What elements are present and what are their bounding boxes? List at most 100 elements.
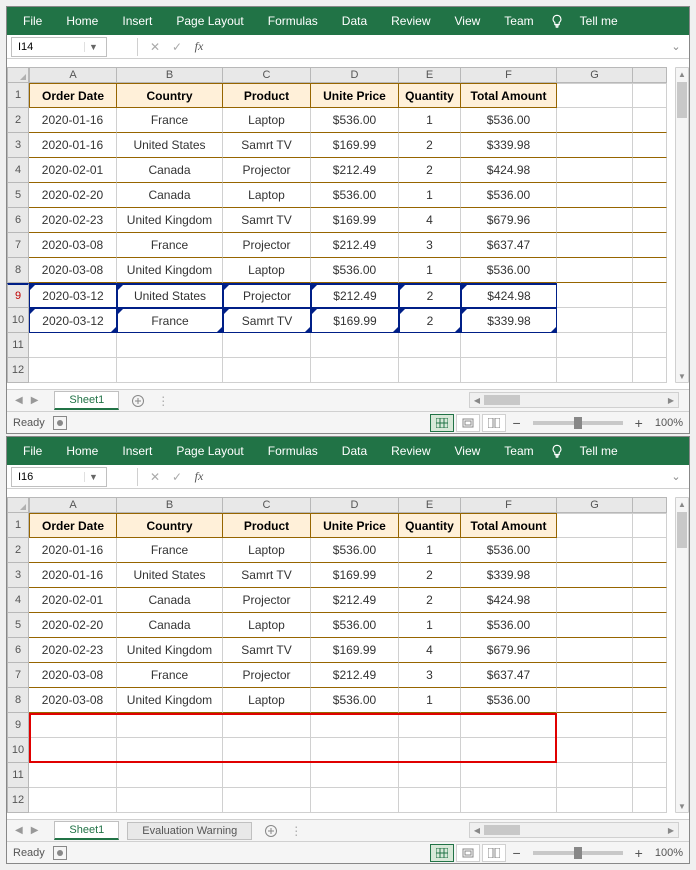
cell[interactable]: 2020-02-01 (29, 588, 117, 613)
tabs-grip-icon[interactable]: ⋮ (290, 824, 303, 838)
cell[interactable]: $169.99 (311, 133, 399, 158)
cell[interactable]: $536.00 (461, 538, 557, 563)
scroll-left-icon[interactable]: ◀ (470, 826, 484, 835)
header-cell[interactable]: Order Date (29, 83, 117, 108)
cell[interactable]: United Kingdom (117, 688, 223, 713)
cell[interactable] (557, 333, 633, 358)
cell[interactable]: 2020-01-16 (29, 563, 117, 588)
cell[interactable] (557, 688, 633, 713)
ribbon-tab-team[interactable]: Team (492, 8, 545, 34)
cell[interactable]: Projector (223, 233, 311, 258)
zoom-slider[interactable] (533, 851, 623, 855)
cell[interactable] (399, 763, 461, 788)
ribbon-tab-team[interactable]: Team (492, 438, 545, 464)
cell[interactable]: $212.49 (311, 233, 399, 258)
cell[interactable]: $339.98 (461, 133, 557, 158)
cell[interactable] (461, 713, 557, 738)
row-header[interactable]: 1 (7, 83, 29, 108)
cell[interactable] (399, 738, 461, 763)
ribbon-tab-data[interactable]: Data (330, 438, 379, 464)
scrollbar-thumb[interactable] (677, 512, 687, 548)
row-header[interactable]: 4 (7, 158, 29, 183)
col-header-c[interactable]: C (223, 67, 311, 83)
cell[interactable]: $637.47 (461, 663, 557, 688)
cell[interactable]: 1 (399, 538, 461, 563)
ribbon-tab-file[interactable]: File (11, 438, 54, 464)
row-header[interactable]: 10 (7, 308, 29, 333)
cell[interactable] (461, 358, 557, 383)
cell[interactable]: 2020-02-23 (29, 208, 117, 233)
cell[interactable]: France (117, 663, 223, 688)
cell[interactable] (633, 183, 667, 208)
cell[interactable] (117, 738, 223, 763)
cell[interactable] (557, 563, 633, 588)
cell[interactable] (633, 788, 667, 813)
view-normal-button[interactable] (430, 844, 454, 862)
row-header[interactable]: 2 (7, 538, 29, 563)
cell[interactable] (633, 538, 667, 563)
cell[interactable] (633, 358, 667, 383)
cell[interactable]: 1 (399, 183, 461, 208)
cell[interactable]: $424.98 (461, 158, 557, 183)
cell[interactable]: France (117, 108, 223, 133)
name-box-dropdown-icon[interactable]: ▼ (84, 472, 102, 482)
cell[interactable] (557, 183, 633, 208)
cell[interactable] (633, 258, 667, 283)
cell[interactable]: Laptop (223, 183, 311, 208)
row-header[interactable]: 2 (7, 108, 29, 133)
cell[interactable] (633, 108, 667, 133)
formula-input[interactable] (210, 471, 689, 483)
cell[interactable]: 2020-03-08 (29, 688, 117, 713)
col-header-a[interactable]: A (29, 497, 117, 513)
cell[interactable]: Samrt TV (223, 208, 311, 233)
cell[interactable]: 2020-02-20 (29, 613, 117, 638)
select-all-corner[interactable] (7, 497, 29, 513)
cell[interactable]: United Kingdom (117, 258, 223, 283)
col-header-b[interactable]: B (117, 67, 223, 83)
col-header-c[interactable]: C (223, 497, 311, 513)
cell[interactable] (557, 638, 633, 663)
cell[interactable]: $536.00 (461, 258, 557, 283)
col-header-extra[interactable] (633, 497, 667, 513)
row-header[interactable]: 9 (7, 283, 29, 308)
row-header[interactable]: 7 (7, 663, 29, 688)
cell[interactable]: $536.00 (461, 613, 557, 638)
new-sheet-button[interactable] (127, 392, 149, 410)
row-header[interactable]: 6 (7, 638, 29, 663)
cell[interactable]: 1 (399, 108, 461, 133)
ribbon-tab-pagelayout[interactable]: Page Layout (164, 8, 255, 34)
cell[interactable] (29, 713, 117, 738)
cell[interactable] (557, 283, 633, 308)
cell[interactable]: Projector (223, 588, 311, 613)
cell[interactable]: $169.99 (311, 563, 399, 588)
sheet-nav[interactable]: ◀▶ (7, 395, 46, 406)
cell[interactable]: Projector (223, 158, 311, 183)
cell[interactable] (633, 563, 667, 588)
cell[interactable] (223, 333, 311, 358)
header-cell[interactable]: Total Amount (461, 83, 557, 108)
cell[interactable]: 2020-01-16 (29, 108, 117, 133)
cell[interactable] (633, 333, 667, 358)
ribbon-tab-insert[interactable]: Insert (110, 438, 164, 464)
cell[interactable] (557, 763, 633, 788)
cell[interactable] (461, 788, 557, 813)
cell[interactable]: Canada (117, 158, 223, 183)
cell[interactable]: Canada (117, 588, 223, 613)
macro-record-icon[interactable] (53, 846, 67, 860)
cell[interactable] (117, 788, 223, 813)
cell[interactable]: 4 (399, 208, 461, 233)
cell[interactable] (461, 738, 557, 763)
cell[interactable] (311, 763, 399, 788)
cell[interactable]: Laptop (223, 108, 311, 133)
view-page-layout-button[interactable] (456, 414, 480, 432)
col-header-g[interactable]: G (557, 67, 633, 83)
formula-input[interactable] (210, 41, 689, 53)
zoom-in-button[interactable]: + (631, 415, 647, 431)
cell[interactable]: 2020-01-16 (29, 538, 117, 563)
cell[interactable] (557, 133, 633, 158)
header-cell[interactable]: Unite Price (311, 83, 399, 108)
cell[interactable]: $536.00 (311, 688, 399, 713)
scroll-up-icon[interactable]: ▲ (676, 68, 688, 80)
cell[interactable] (633, 763, 667, 788)
row-header[interactable]: 7 (7, 233, 29, 258)
